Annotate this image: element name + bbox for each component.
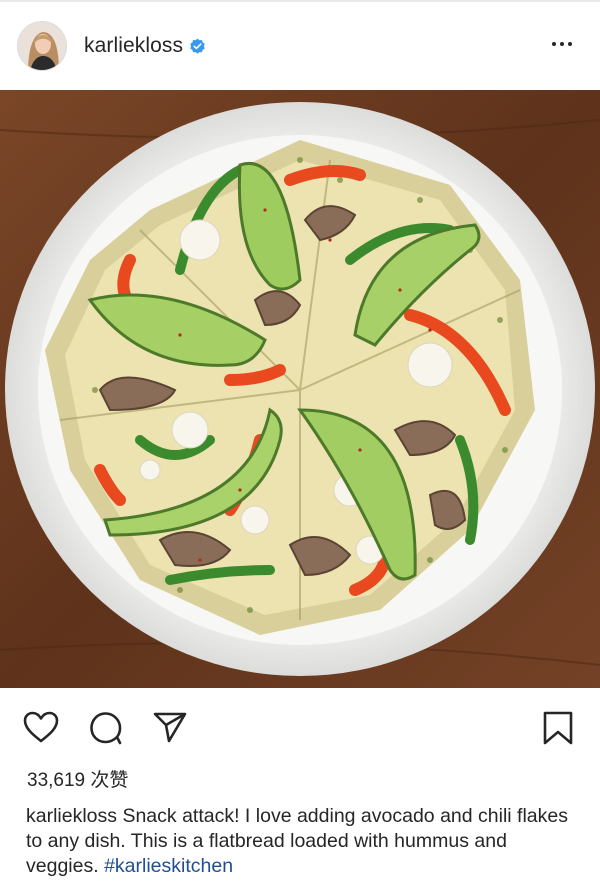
heart-icon[interactable]: [22, 710, 60, 744]
caption-username[interactable]: karliekloss: [26, 805, 117, 827]
caption-hashtag[interactable]: #karlieskitchen: [104, 855, 233, 877]
post-header: karliekloss: [0, 2, 600, 90]
post-username[interactable]: karliekloss: [84, 34, 183, 58]
avatar[interactable]: [17, 21, 67, 71]
bookmark-icon[interactable]: [542, 710, 574, 746]
likes-count[interactable]: 33,619 次赞: [27, 765, 128, 792]
send-icon[interactable]: [152, 710, 188, 744]
verified-badge-icon: [190, 38, 205, 54]
comment-icon[interactable]: [88, 710, 124, 746]
action-bar: [0, 688, 600, 760]
post-image[interactable]: [0, 90, 600, 688]
ellipsis-icon[interactable]: [552, 42, 572, 46]
post-caption: karliekloss Snack attack! I love adding …: [26, 804, 578, 879]
